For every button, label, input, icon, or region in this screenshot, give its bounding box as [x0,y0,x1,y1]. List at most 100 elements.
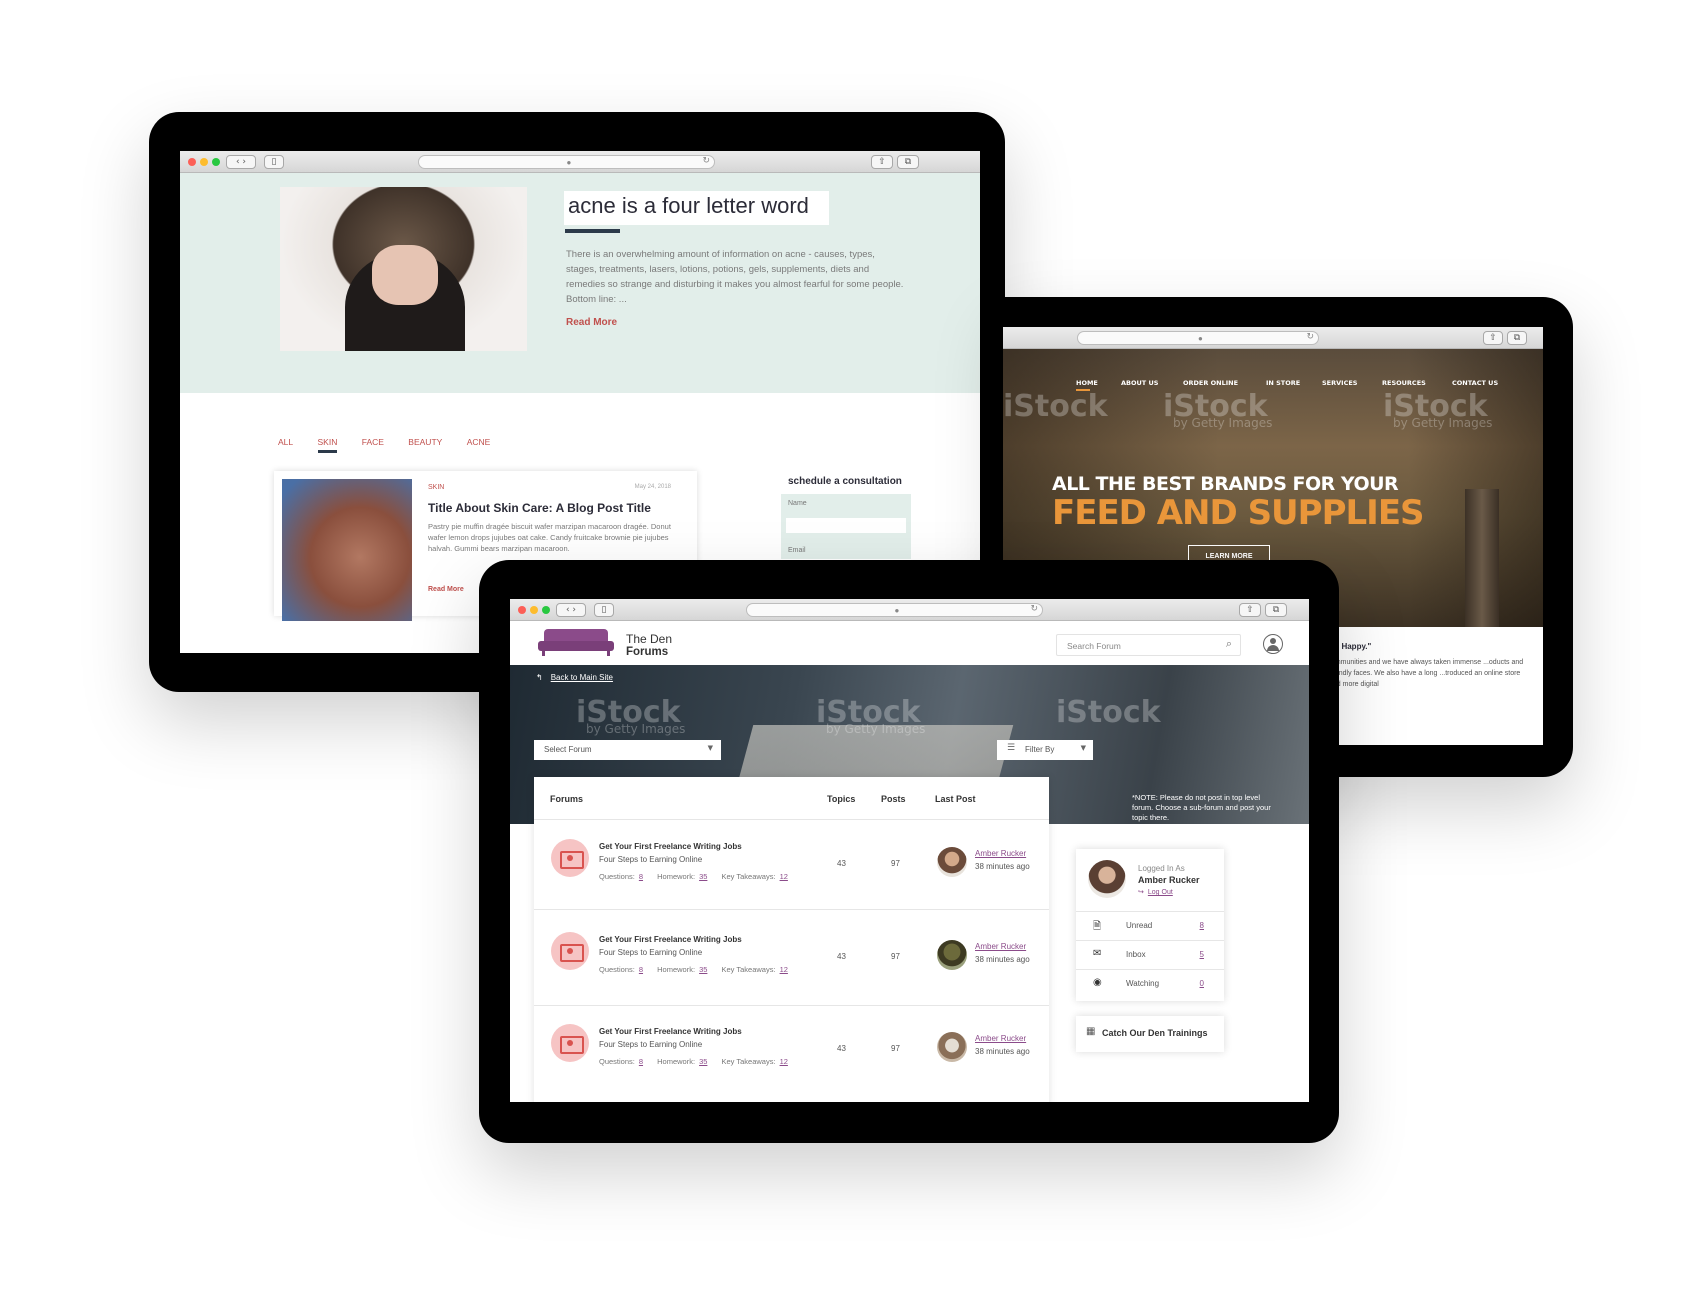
table-row[interactable]: Get Your First Freelance Writing Jobs Fo… [534,1006,1049,1096]
nav-resources[interactable]: RESOURCES [1382,379,1426,387]
browser-chrome: ‹ › ▯ ● ↻ ⇧ ⧉ [180,151,980,173]
title-underline [565,229,620,233]
device-mockup-stage: ‹ › ▯ ● ↻ ⇧ ⧉ acne is a four letter word … [0,0,1704,1315]
category-face[interactable]: FACE [362,437,384,447]
table-row[interactable]: Get Your First Freelance Writing Jobs Fo… [534,910,1049,1006]
table-row[interactable]: Get Your First Freelance Writing Jobs Fo… [534,820,1049,910]
nav-in-store[interactable]: IN STORE [1266,379,1300,387]
nav-order-online[interactable]: ORDER ONLINE [1183,379,1238,387]
name-label: Name [788,500,807,507]
blog-hero-read-more[interactable]: Read More [566,317,617,328]
avatar[interactable] [1088,860,1126,898]
fence-post-shape [1465,489,1499,627]
zoom-window-dot[interactable] [542,606,550,614]
address-bar[interactable]: ● ↻ [418,155,715,169]
category-beauty[interactable]: BEAUTY [408,437,442,447]
search-input[interactable]: Search Forum ⌕ [1056,634,1241,656]
homework-count[interactable]: 35 [699,872,707,881]
address-bar[interactable]: ● ↻ [746,603,1043,617]
inbox-count[interactable]: 5 [1200,950,1204,959]
lock-icon: ● [894,606,900,615]
back-forward-buttons[interactable]: ‹ › [226,155,256,169]
sidebar-toggle-icon[interactable]: ▯ [264,155,284,169]
column-topics: Topics [827,794,856,804]
topics-count: 43 [837,952,846,961]
share-icon[interactable]: ⇧ [1483,331,1503,345]
unread-label: Unread [1126,921,1153,930]
tabs-icon[interactable]: ⧉ [1265,603,1287,617]
post-tag[interactable]: SKIN [428,484,444,491]
forum-title[interactable]: Get Your First Freelance Writing Jobs [599,1027,742,1036]
nav-contact-us[interactable]: CONTACT US [1452,379,1498,387]
questions-count[interactable]: 8 [639,872,643,881]
reload-icon[interactable]: ↻ [1306,332,1314,342]
nav-services[interactable]: SERVICES [1322,379,1357,387]
blog-hero-title: acne is a four letter word [564,191,829,225]
avatar[interactable] [937,940,967,970]
watching-count[interactable]: 0 [1200,979,1204,988]
forum-subtitle: Four Steps to Earning Online [599,855,703,864]
share-icon[interactable]: ⇧ [871,155,893,169]
name-input[interactable] [786,518,906,533]
avatar[interactable] [937,847,967,877]
unread-row[interactable]: 🗎 Unread 8 [1076,911,1224,940]
watermark-center: iStock by Getty Images [816,695,926,736]
tabs-icon[interactable]: ⧉ [1507,331,1527,345]
monitor-forums: ‹ › ▯ ● ↻ ⇧ ⧉ The Den Forums Search Forum… [479,560,1339,1143]
trainings-card[interactable]: ▦ Catch Our Den Trainings [1076,1016,1224,1052]
back-forward-buttons[interactable]: ‹ › [556,603,586,617]
posts-count: 97 [891,1044,900,1053]
back-to-main-link[interactable]: ↰ Back to Main Site [536,673,613,682]
hero-headline-line1: ALL THE BEST BRANDS FOR YOUR [1052,473,1399,495]
inbox-row[interactable]: ✉ Inbox 5 [1076,940,1224,969]
avatar[interactable] [937,1032,967,1062]
sidebar-toggle-icon[interactable]: ▯ [594,603,614,617]
money-icon [551,932,589,970]
takeaways-count[interactable]: 12 [780,872,788,881]
homework-count[interactable]: 35 [699,1057,707,1066]
filter-by-dropdown[interactable]: ☰ Filter By ▼ [997,740,1093,760]
unread-count[interactable]: 8 [1200,921,1204,930]
select-forum-dropdown[interactable]: Select Forum ▼ [534,740,721,760]
post-title[interactable]: Title About Skin Care: A Blog Post Title [428,501,651,515]
category-all[interactable]: ALL [278,437,293,447]
sofa-logo-icon[interactable] [538,629,614,657]
forum-title[interactable]: Get Your First Freelance Writing Jobs [599,842,742,851]
questions-count[interactable]: 8 [639,1057,643,1066]
nav-about-us[interactable]: ABOUT US [1121,379,1158,387]
zoom-window-dot[interactable] [212,158,220,166]
homework-count[interactable]: 35 [699,965,707,974]
forum-header: The Den Forums Search Forum ⌕ [510,621,1309,665]
takeaways-count[interactable]: 12 [780,1057,788,1066]
address-bar[interactable]: ● ↻ [1077,331,1319,345]
column-posts: Posts [881,794,906,804]
last-post-user[interactable]: Amber Rucker [975,1034,1026,1043]
post-read-more[interactable]: Read More [428,586,464,593]
about-text: ...mmunities and we have always taken im… [1329,659,1524,688]
reload-icon[interactable]: ↻ [702,156,710,166]
post-date: May 24, 2018 [634,484,671,490]
category-skin[interactable]: SKIN [317,437,337,453]
category-acne[interactable]: ACNE [467,437,491,447]
trainings-label: Catch Our Den Trainings [1102,1028,1208,1038]
last-post-user[interactable]: Amber Rucker [975,942,1026,951]
minimize-window-dot[interactable] [200,158,208,166]
share-icon[interactable]: ⇧ [1239,603,1261,617]
watching-row[interactable]: ◉ Watching 0 [1076,969,1224,998]
close-window-dot[interactable] [188,158,196,166]
takeaways-count[interactable]: 12 [780,965,788,974]
questions-count[interactable]: 8 [639,965,643,974]
category-filter: ALL SKIN FACE BEAUTY ACNE [278,437,512,453]
close-window-dot[interactable] [518,606,526,614]
nav-home[interactable]: HOME [1076,379,1098,391]
user-account-icon[interactable] [1263,634,1283,654]
tabs-icon[interactable]: ⧉ [897,155,919,169]
logged-in-user-name: Amber Rucker [1138,875,1200,885]
reload-icon[interactable]: ↻ [1030,604,1038,614]
search-icon[interactable]: ⌕ [1226,637,1232,651]
last-post-user[interactable]: Amber Rucker [975,849,1026,858]
minimize-window-dot[interactable] [530,606,538,614]
hero-photo [280,187,527,351]
forum-title[interactable]: Get Your First Freelance Writing Jobs [599,935,742,944]
logout-link[interactable]: ↪ Log Out [1138,888,1173,896]
